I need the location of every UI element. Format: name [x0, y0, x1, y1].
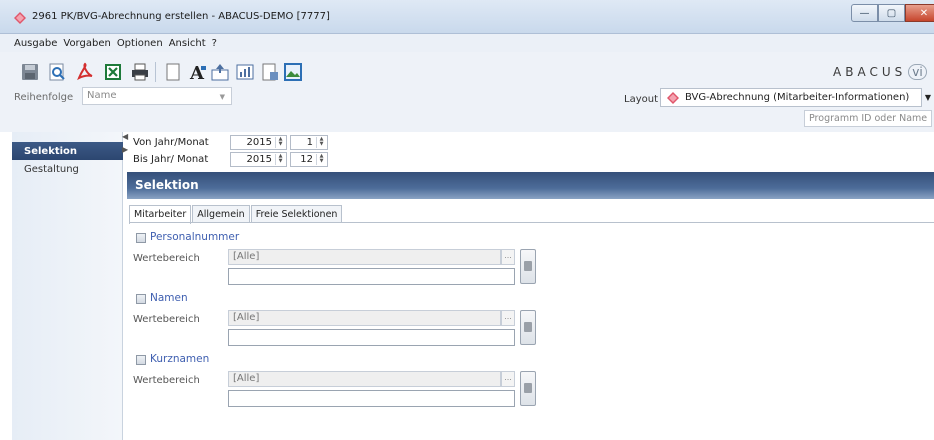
kurznamen-label: Kurznamen: [150, 353, 210, 365]
app-diamond-icon: [14, 12, 26, 24]
to-month-spinner[interactable]: 12 ▲ ▼: [290, 152, 328, 167]
range-field-personalnummer[interactable]: [Alle]: [228, 249, 501, 265]
left-navigation: Selektion Gestaltung: [12, 132, 123, 440]
range-button-personalnummer[interactable]: [520, 249, 536, 284]
pdf-icon[interactable]: [75, 62, 95, 82]
button-glyph-icon: [524, 383, 532, 393]
program-search-input[interactable]: Programm ID oder Name: [804, 110, 932, 127]
menu-bar: Ausgabe Vorgaben Optionen Ansicht ?: [0, 34, 934, 52]
layout-select[interactable]: BVG-Abrechnung (Mitarbeiter-Informatione…: [660, 88, 922, 107]
layout-value: BVG-Abrechnung (Mitarbeiter-Informatione…: [685, 92, 910, 103]
button-glyph-icon: [524, 322, 532, 332]
order-select[interactable]: Name ▼: [82, 87, 232, 105]
range-button-kurznamen[interactable]: [520, 371, 536, 406]
to-year-spinner[interactable]: 2015 ▲ ▼: [230, 152, 287, 167]
document-icon[interactable]: [260, 62, 280, 82]
range-field-namen[interactable]: [Alle]: [228, 310, 501, 326]
window-title: 2961 PK/BVG-Abrechnung erstellen - ABACU…: [32, 11, 330, 22]
collapse-left-icon[interactable]: ◀: [122, 132, 128, 141]
layout-dropdown-arrow-icon[interactable]: ▼: [922, 88, 934, 107]
font-icon[interactable]: A: [188, 62, 208, 82]
range-input-personalnummer[interactable]: [228, 268, 515, 285]
range-input-kurznamen[interactable]: [228, 390, 515, 407]
layout-label: Layout: [624, 94, 658, 105]
from-year-value: 2015: [246, 137, 272, 148]
section-header: Selektion: [127, 172, 934, 199]
to-year-value: 2015: [246, 154, 272, 165]
range-field-kurznamen[interactable]: [Alle]: [228, 371, 501, 387]
from-month-value: 1: [306, 137, 313, 148]
to-period-label: Bis Jahr/ Monat: [133, 154, 209, 165]
page-icon[interactable]: [163, 62, 183, 82]
range-label-namen: Wertebereich: [133, 314, 200, 325]
excel-icon[interactable]: [103, 62, 123, 82]
export-icon[interactable]: [210, 62, 230, 82]
tab-strip: Mitarbeiter Allgemein Freie Selektionen: [129, 205, 343, 224]
menu-vorgaben[interactable]: Vorgaben: [63, 38, 110, 49]
chart-icon[interactable]: [235, 62, 255, 82]
layout-diamond-icon: [667, 92, 679, 104]
order-value: Name: [87, 90, 117, 101]
nav-item-gestaltung[interactable]: Gestaltung: [12, 160, 123, 178]
preview-icon[interactable]: [47, 62, 67, 82]
checkbox-kurznamen[interactable]: [136, 355, 146, 365]
range-label-kurznamen: Wertebereich: [133, 375, 200, 386]
toolbar: A ABACUS vi Reihenfolge Name ▼ Layout BV…: [0, 52, 934, 132]
expand-right-icon[interactable]: ▶: [122, 145, 128, 154]
range-label-personalnummer: Wertebereich: [133, 253, 200, 264]
personalnummer-label: Personalnummer: [150, 231, 240, 243]
menu-optionen[interactable]: Optionen: [117, 38, 163, 49]
button-glyph-icon: [524, 261, 532, 271]
toolbar-separator: [155, 62, 156, 82]
tab-freie-selektionen[interactable]: Freie Selektionen: [250, 205, 343, 223]
save-icon[interactable]: [20, 62, 40, 82]
nav-item-selektion[interactable]: Selektion: [12, 142, 123, 160]
from-month-spinner[interactable]: 1 ▲ ▼: [290, 135, 328, 150]
window-controls: — ▢ ✕: [851, 4, 934, 24]
tab-divider: [129, 222, 934, 223]
menu-help[interactable]: ?: [212, 38, 217, 49]
range-input-namen[interactable]: [228, 329, 515, 346]
to-month-value: 12: [300, 154, 313, 165]
spinner-arrows-icon[interactable]: ▲ ▼: [316, 154, 326, 165]
checkbox-namen[interactable]: [136, 294, 146, 304]
spinner-arrows-icon[interactable]: ▲ ▼: [275, 154, 285, 165]
order-label: Reihenfolge: [14, 92, 74, 103]
checkbox-personalnummer[interactable]: [136, 233, 146, 243]
maximize-button[interactable]: ▢: [878, 4, 905, 22]
chevron-down-icon: ▼: [219, 93, 225, 101]
minimize-button[interactable]: —: [851, 4, 878, 22]
from-year-spinner[interactable]: 2015 ▲ ▼: [230, 135, 287, 150]
from-period-label: Von Jahr/Monat: [133, 137, 209, 148]
namen-label: Namen: [150, 292, 188, 304]
title-bar[interactable]: 2961 PK/BVG-Abrechnung erstellen - ABACU…: [0, 0, 934, 34]
close-button[interactable]: ✕: [905, 4, 934, 22]
menu-ansicht[interactable]: Ansicht: [169, 38, 206, 49]
image-icon[interactable]: [283, 62, 303, 82]
range-more-button-kurznamen[interactable]: ...: [501, 371, 515, 387]
range-button-namen[interactable]: [520, 310, 536, 345]
abacus-logo: ABACUS vi: [833, 64, 927, 80]
range-more-button-personalnummer[interactable]: ...: [501, 249, 515, 265]
menu-ausgabe[interactable]: Ausgabe: [14, 38, 57, 49]
app-window: 2961 PK/BVG-Abrechnung erstellen - ABACU…: [0, 0, 934, 440]
tab-allgemein[interactable]: Allgemein: [192, 205, 250, 223]
print-icon[interactable]: [130, 62, 150, 82]
spinner-arrows-icon[interactable]: ▲ ▼: [316, 137, 326, 148]
range-more-button-namen[interactable]: ...: [501, 310, 515, 326]
spinner-arrows-icon[interactable]: ▲ ▼: [275, 137, 285, 148]
svg-text:A: A: [189, 63, 205, 82]
